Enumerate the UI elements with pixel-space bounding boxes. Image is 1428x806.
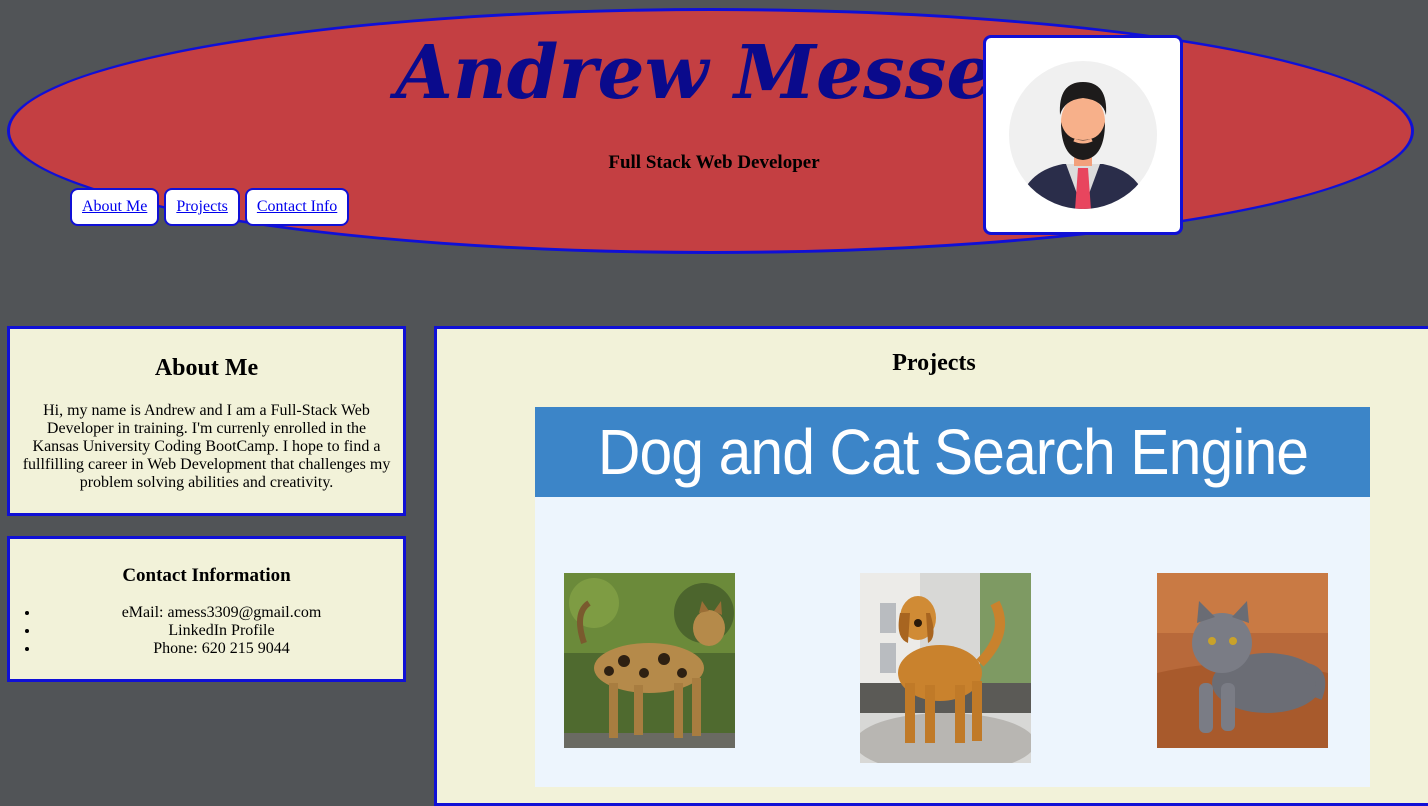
nav-projects-link[interactable]: Projects: [164, 188, 240, 226]
about-me-card: About Me Hi, my name is Andrew and I am …: [7, 326, 406, 516]
profile-avatar: [983, 35, 1183, 235]
site-subtitle: Full Stack Web Developer: [608, 152, 820, 173]
contact-phone: Phone: 620 215 9044: [40, 640, 403, 658]
project-banner: Dog and Cat Search Engine: [535, 407, 1370, 497]
contact-heading: Contact Information: [122, 565, 291, 586]
project-banner-title: Dog and Cat Search Engine: [597, 416, 1308, 488]
contact-card: Contact Information eMail: amess3309@gma…: [7, 536, 406, 682]
contact-linkedin: LinkedIn Profile: [40, 622, 403, 640]
contact-email: eMail: amess3309@gmail.com: [40, 604, 403, 622]
main-nav: About Me Projects Contact Info: [70, 188, 350, 226]
site-title: Andrew Messer: [395, 30, 1033, 116]
projects-heading: Projects: [892, 350, 976, 376]
gray-cat-photo: [1157, 573, 1328, 748]
avatar-illustration-icon: [1009, 61, 1157, 209]
nav-about-me-link[interactable]: About Me: [70, 188, 160, 226]
contact-list: eMail: amess3309@gmail.com LinkedIn Prof…: [10, 604, 403, 658]
golden-retriever-photo: [860, 573, 1031, 763]
bengal-cat-photo: [564, 573, 735, 748]
project-screenshot[interactable]: Dog and Cat Search Engine: [535, 407, 1370, 787]
about-me-text: Hi, my name is Andrew and I am a Full-St…: [22, 402, 391, 491]
nav-contact-info-link[interactable]: Contact Info: [244, 188, 350, 226]
about-me-heading: About Me: [154, 355, 259, 381]
projects-card: Projects Dog and Cat Search Engine: [434, 326, 1428, 806]
